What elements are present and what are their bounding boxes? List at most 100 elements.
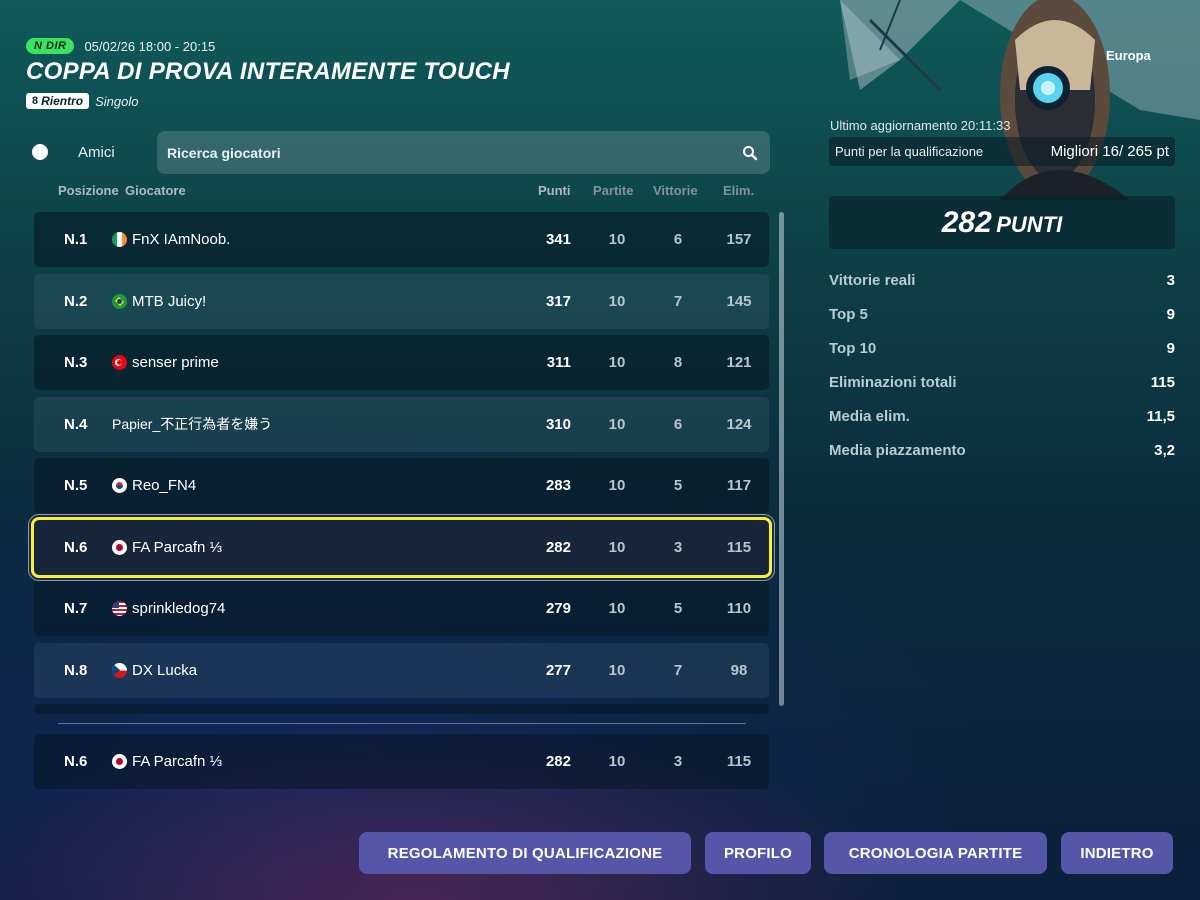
row-elims: 124 (726, 416, 752, 433)
leaderboard-row[interactable]: N.5 Reo_FN4 283 10 5 117 (34, 458, 769, 513)
divider (58, 723, 746, 724)
japan-flag-icon (112, 754, 127, 769)
usa-flag-icon (112, 601, 127, 616)
row-wins: 5 (673, 477, 683, 494)
last-update: Ultimo aggiornamento 20:11:33 (830, 118, 1011, 133)
player-name: senser prime (132, 354, 219, 371)
col-matches: Partite (593, 183, 634, 198)
region-label: Europa (1106, 48, 1151, 63)
mode-tag: Singolo (95, 93, 139, 109)
row-position: N.2 (64, 293, 88, 310)
qualification-box: Punti per la qualificazione Migliori 16/… (829, 137, 1175, 166)
search-input[interactable] (167, 131, 727, 174)
row-matches: 10 (608, 477, 626, 494)
row-elims: 157 (726, 231, 752, 248)
stat-row: Top 10 9 (829, 340, 1175, 362)
row-matches: 10 (608, 293, 626, 310)
row-wins: 5 (673, 600, 683, 617)
south-korea-flag-icon (112, 478, 127, 493)
qualification-label: Punti per la qualificazione (835, 144, 984, 159)
stat-value: 115 (1150, 374, 1175, 391)
row-position: N.7 (64, 600, 88, 617)
search-icon[interactable] (742, 145, 758, 161)
toggle-knob (32, 144, 48, 160)
row-matches: 10 (608, 416, 626, 433)
rules-button[interactable]: REGOLAMENTO DI QUALIFICAZIONE (359, 832, 691, 874)
row-player: senser prime (112, 335, 219, 390)
row-matches: 10 (608, 231, 626, 248)
leaderboard-row-selected[interactable]: N.6 FA Parcafn ⅓ 282 10 3 115 (31, 517, 772, 578)
col-elims: Elim. (723, 183, 755, 198)
stat-value: 9 (1166, 340, 1175, 357)
event-tags: 8 Rientro Singolo (26, 93, 139, 109)
back-button[interactable]: INDIETRO (1061, 832, 1173, 874)
reentry-tag: 8 Rientro (26, 93, 90, 109)
stat-value: 9 (1166, 306, 1175, 323)
row-wins: 6 (673, 416, 683, 433)
player-search[interactable] (157, 131, 770, 174)
brazil-flag-icon (112, 294, 127, 309)
row-points: 282 (545, 539, 571, 556)
friends-toggle[interactable] (30, 142, 66, 162)
leaderboard-row[interactable]: N.1 FnX IAmNoob. 341 10 6 157 (34, 212, 769, 267)
total-points-value: 282 (941, 206, 992, 239)
player-name: FnX IAmNoob. (132, 231, 231, 248)
leaderboard-scrollbar[interactable] (779, 212, 784, 706)
japan-flag-icon (112, 540, 127, 555)
row-wins: 7 (673, 293, 683, 310)
col-wins: Vittorie (653, 183, 698, 198)
row-points: 282 (545, 753, 571, 770)
col-points: Punti (538, 183, 571, 198)
row-points: 341 (545, 231, 571, 248)
total-points-unit: PUNTI (996, 212, 1063, 237)
row-points: 317 (545, 293, 571, 310)
player-name: DX Lucka (132, 662, 198, 679)
my-rank-row[interactable]: N.6 FA Parcafn ⅓ 282 10 3 115 (34, 734, 769, 789)
stat-value: 3 (1166, 272, 1175, 289)
row-matches: 10 (608, 539, 626, 556)
row-elims: 110 (726, 600, 752, 617)
player-name: sprinkledog74 (132, 600, 226, 617)
live-badge: N DIR (26, 38, 75, 54)
row-player: sprinkledog74 (112, 581, 225, 636)
reentry-icon: 8 (32, 95, 39, 107)
row-player: Reo_FN4 (112, 458, 196, 513)
leaderboard-row[interactable]: N.8 DX Lucka 277 10 7 98 (34, 643, 769, 698)
row-elims: 115 (726, 539, 752, 556)
stat-row: Vittorie reali 3 (829, 272, 1175, 294)
player-name: MTB Juicy! (132, 293, 207, 310)
leaderboard-row[interactable]: N.2 MTB Juicy! 317 10 7 145 (34, 274, 769, 329)
leaderboard-row[interactable]: N.7 sprinkledog74 279 10 5 110 (34, 581, 769, 636)
stat-label: Media elim. (829, 408, 910, 425)
event-meta: N DIR 05/02/26 18:00 - 20:15 (26, 38, 215, 54)
row-position: N.6 (64, 539, 88, 556)
stat-label: Top 5 (829, 306, 868, 323)
player-name: Reo_FN4 (132, 477, 197, 494)
qualification-value: Migliori 16/ 265 pt (1050, 143, 1169, 160)
row-position: N.1 (64, 231, 88, 248)
reentry-label: Rientro (41, 94, 84, 108)
row-elims: 121 (726, 354, 752, 371)
leaderboard-row[interactable]: N.3 senser prime 311 10 8 121 (34, 335, 769, 390)
row-points: 310 (545, 416, 571, 433)
leaderboard-row[interactable]: N.4 Papier_不正行為者を嫌う 310 10 6 124 (34, 397, 769, 452)
row-wins: 7 (673, 662, 683, 679)
row-elims: 145 (726, 293, 752, 310)
row-matches: 10 (608, 600, 626, 617)
row-elims: 98 (730, 662, 748, 679)
row-elims: 117 (726, 477, 752, 494)
stat-label: Top 10 (829, 340, 877, 357)
profile-button[interactable]: PROFILO (705, 832, 811, 874)
stat-label: Vittorie reali (829, 272, 916, 289)
player-name: Papier_不正行為者を嫌う (112, 416, 273, 432)
row-matches: 10 (608, 753, 626, 770)
hero-character-art (840, 0, 1200, 200)
turkey-flag-icon (112, 355, 127, 370)
row-player: Papier_不正行為者を嫌う (112, 397, 272, 452)
row-player: DX Lucka (112, 643, 197, 698)
match-history-button[interactable]: CRONOLOGIA PARTITE (824, 832, 1047, 874)
row-points: 279 (545, 600, 571, 617)
row-wins: 8 (673, 354, 683, 371)
row-elims: 115 (726, 753, 752, 770)
row-points: 277 (545, 662, 571, 679)
